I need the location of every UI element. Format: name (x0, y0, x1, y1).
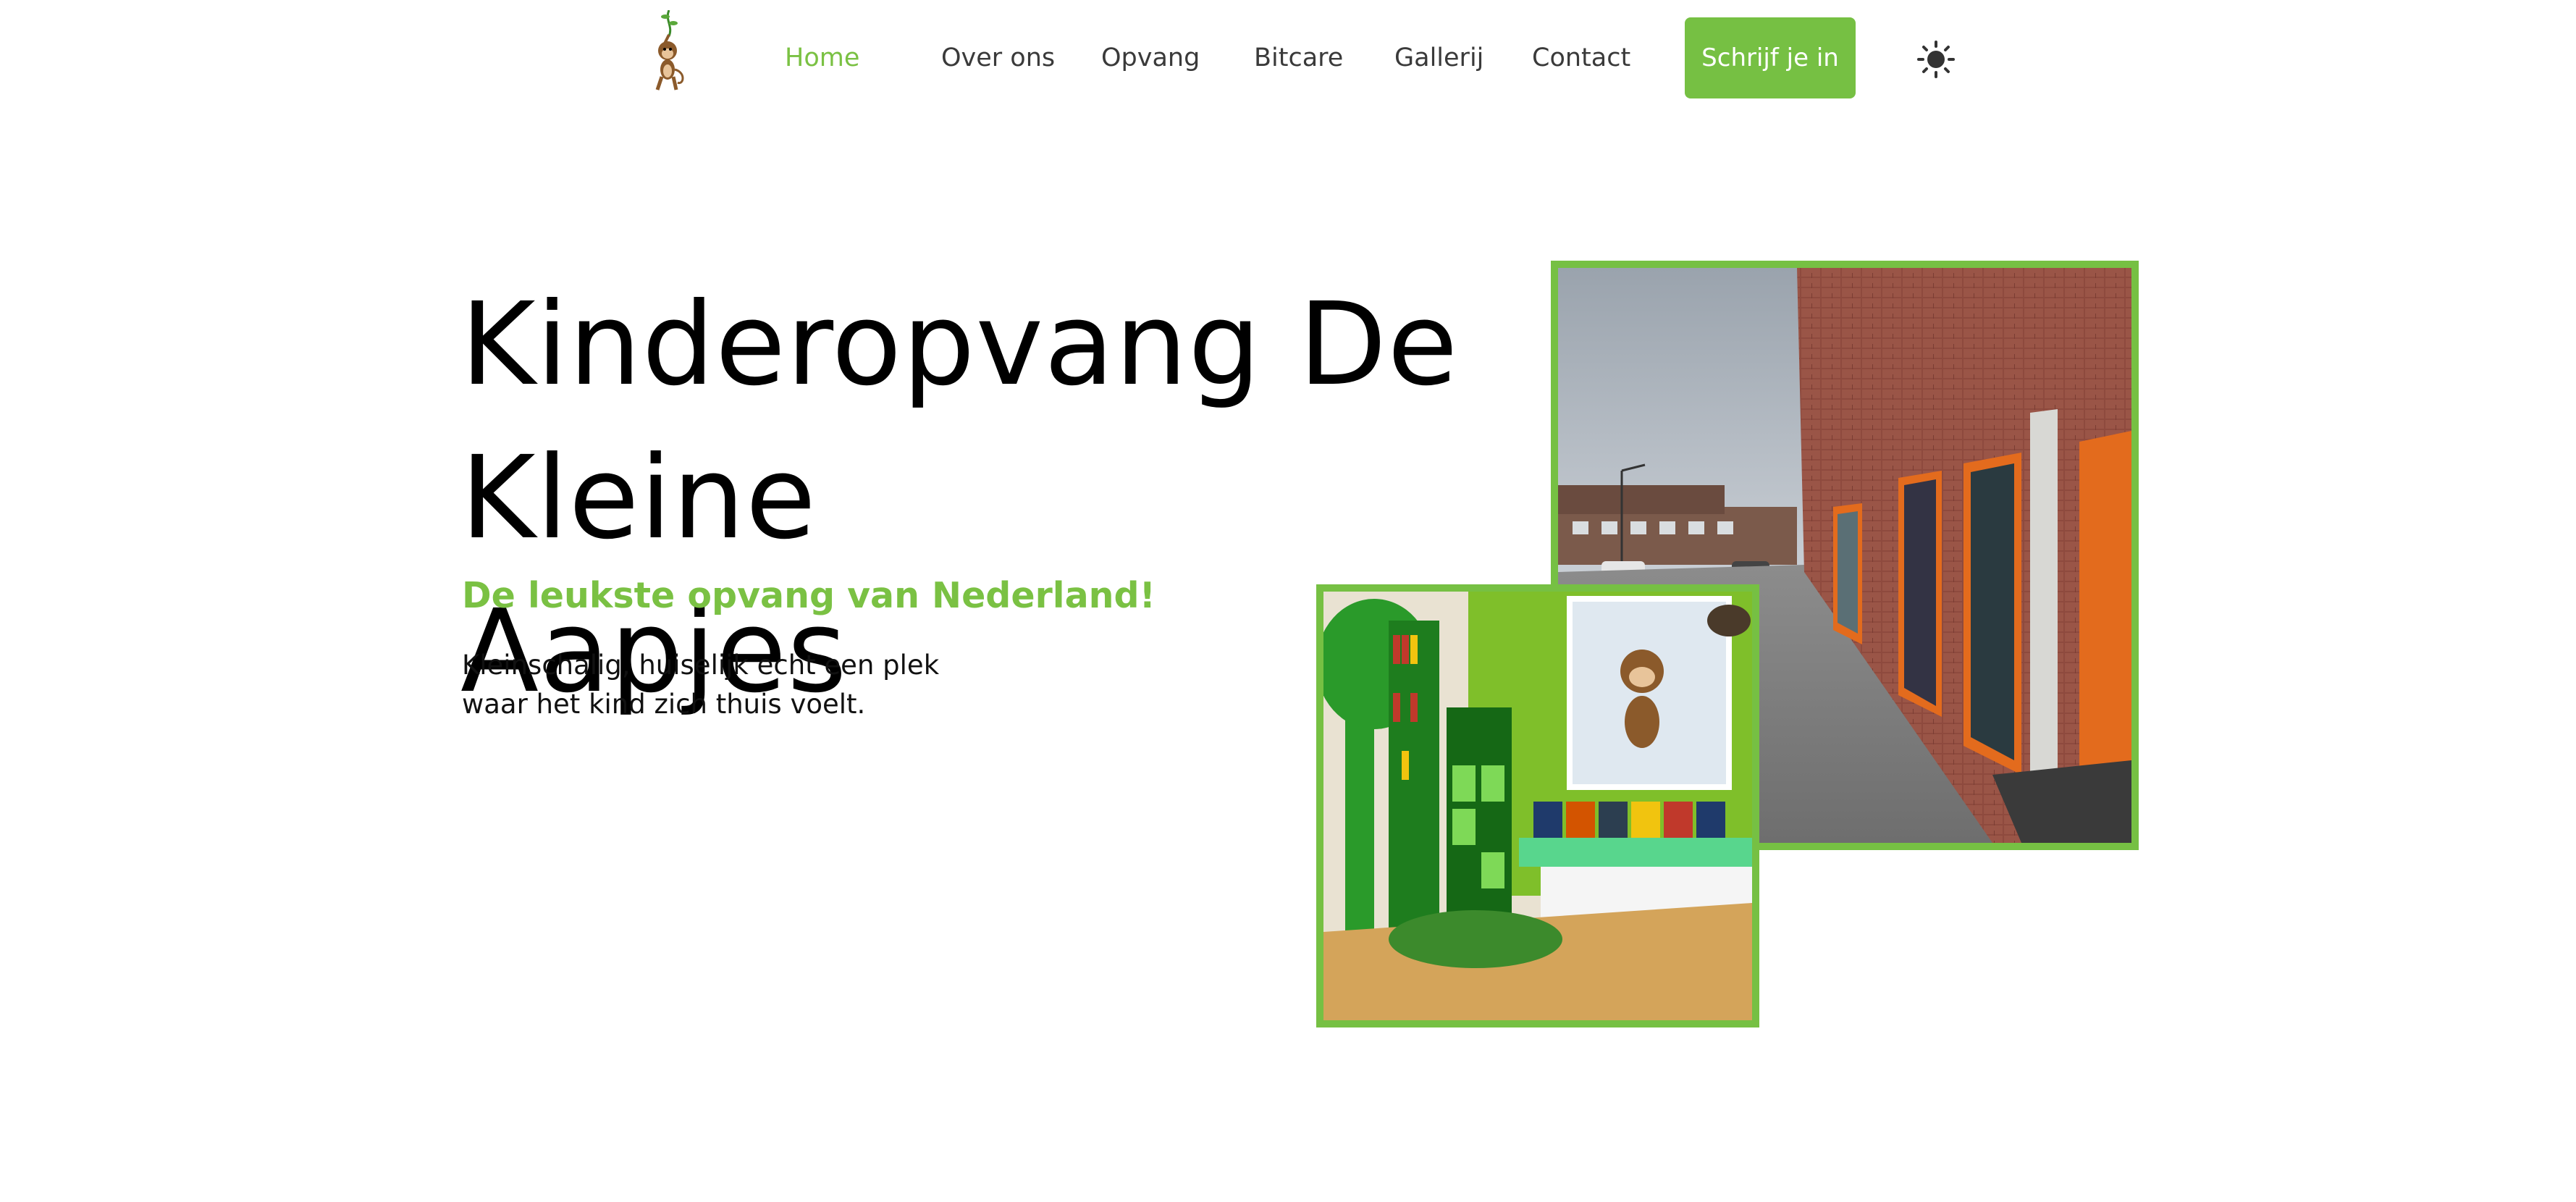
hero-subtitle: De leukste opvang van Nederland! (462, 575, 1156, 616)
nav-gallerij[interactable]: Gallerij (1394, 41, 1483, 75)
page: Home Over ons Opvang Bitcare Gallerij Co… (0, 0, 2576, 1202)
nav-bitcare[interactable]: Bitcare (1254, 41, 1343, 75)
hero-description: Kleinschalig, huiselijk echt een plek wa… (462, 646, 1056, 724)
hero-description-line-2: waar het kind zich thuis voelt. (462, 689, 866, 720)
nav-contact[interactable]: Contact (1532, 41, 1630, 75)
nav-opvang[interactable]: Opvang (1101, 41, 1200, 75)
nav-over-ons[interactable]: Over ons (941, 41, 1055, 75)
signup-button[interactable]: Schrijf je in (1685, 17, 1856, 98)
sun-icon[interactable] (1917, 41, 1955, 78)
nav-home[interactable]: Home (785, 41, 859, 75)
top-navigation: Home Over ons Opvang Bitcare Gallerij Co… (0, 0, 2576, 116)
hero-description-line-1: Kleinschalig, huiselijk echt een plek (462, 650, 940, 681)
hero-title-line-1: Kinderopvang De Kleine (460, 278, 1459, 565)
monkey-logo-icon[interactable] (643, 9, 695, 96)
